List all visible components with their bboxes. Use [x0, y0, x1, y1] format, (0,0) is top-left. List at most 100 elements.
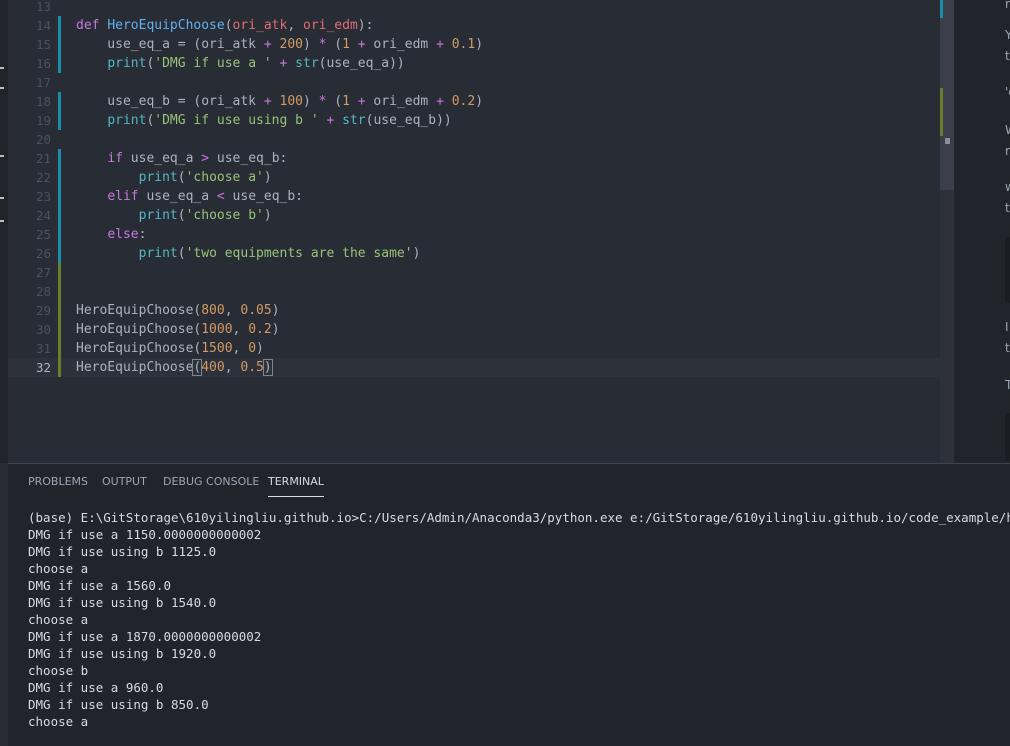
- code-token: (: [326, 37, 343, 52]
- gutter-added-marker: [58, 358, 61, 377]
- line-number: 19: [35, 113, 51, 128]
- line-number: 32: [35, 360, 51, 375]
- code-line[interactable]: 31 HeroEquipChoose(1500, 0): [8, 339, 940, 358]
- code-token: elif: [107, 189, 139, 204]
- line-number: 29: [35, 303, 51, 318]
- code-token: print: [107, 56, 147, 71]
- tab-debug-console[interactable]: DEBUG CONSOLE: [163, 472, 259, 496]
- code-line[interactable]: 24 print('choose b'): [8, 206, 940, 225]
- code-token: ,: [232, 322, 249, 337]
- line-number: 30: [35, 322, 51, 337]
- code-editor[interactable]: 13 14 def HeroEquipChoose(ori_atk, ori_edm…: [8, 0, 940, 463]
- code-line[interactable]: 23 elif use_eq_a < use_eq_b:: [8, 187, 940, 206]
- code-token: ): [412, 246, 421, 261]
- code-token: ):: [357, 18, 374, 33]
- code-token: 400: [201, 360, 225, 375]
- terminal-output[interactable]: (base) E:\GitStorage\610yilingliu.github…: [28, 509, 1010, 730]
- code-token: ): [271, 322, 280, 337]
- code-line[interactable]: 29 HeroEquipChoose(800, 0.05): [8, 301, 940, 320]
- code-token: <: [216, 189, 225, 204]
- code-text: HeroEquipChoose(800, 0.05): [76, 301, 280, 320]
- code-line[interactable]: 20: [8, 130, 940, 149]
- code-line[interactable]: 17: [8, 73, 940, 92]
- code-token: 1: [342, 37, 350, 52]
- code-line[interactable]: 18 use_eq_b = (ori_atk + 100) * (1 + ori…: [8, 92, 940, 111]
- code-line[interactable]: 15 use_eq_a = (ori_atk + 200) * (1 + ori…: [8, 35, 940, 54]
- code-token: def: [76, 18, 108, 33]
- gutter-modified-marker: [58, 225, 61, 244]
- code-line[interactable]: 21 if use_eq_a > use_eq_b:: [8, 149, 940, 168]
- code-token: (: [177, 208, 186, 223]
- code-token: 'choose a': [185, 170, 264, 185]
- line-number: 20: [35, 132, 51, 147]
- doc-text-fragment: t: [1005, 341, 1010, 355]
- code-token: print: [138, 208, 178, 223]
- code-line[interactable]: 30 HeroEquipChoose(1000, 0.2): [8, 320, 940, 339]
- code-token: (: [177, 246, 186, 261]
- code-token: ): [302, 94, 319, 109]
- tab-terminal[interactable]: TERMINAL: [268, 472, 324, 497]
- code-token: >: [201, 151, 210, 166]
- code-token: print: [138, 246, 178, 261]
- code-token: +: [357, 94, 366, 109]
- code-line[interactable]: 19 print('DMG if use using b ' + str(use…: [8, 111, 940, 130]
- line-number: 16: [35, 56, 51, 71]
- strip-marker: [0, 220, 4, 222]
- code-token: +: [263, 94, 272, 109]
- overview-marker-modified: [940, 0, 943, 18]
- code-line[interactable]: 22 print('choose a'): [8, 168, 940, 187]
- code-token: 200: [279, 37, 303, 52]
- bottom-panel: PROBLEMS OUTPUT DEBUG CONSOLE TERMINAL (bas…: [8, 463, 1010, 746]
- gutter-modified-marker: [58, 16, 61, 35]
- code-line[interactable]: 13: [8, 0, 940, 16]
- gutter-modified-marker: [58, 111, 61, 130]
- line-number: 25: [35, 227, 51, 242]
- code-token: use_eq_b:: [209, 151, 288, 166]
- tab-problems[interactable]: PROBLEMS: [28, 472, 88, 496]
- code-token: ori_edm: [365, 94, 437, 109]
- gutter-modified-marker: [58, 54, 61, 73]
- code-line[interactable]: 32 HeroEquipChoose(400, 0.5): [8, 358, 940, 377]
- code-token: :: [138, 227, 147, 242]
- code-token: ori_atk: [232, 18, 288, 33]
- line-number: 13: [35, 0, 51, 14]
- gutter-modified-marker: [58, 149, 61, 168]
- code-line[interactable]: 14 def HeroEquipChoose(ori_atk, ori_edm):: [8, 16, 940, 35]
- code-text: HeroEquipChoose(1500, 0): [76, 339, 264, 358]
- code-token: use_eq_b:: [224, 189, 304, 204]
- tab-output[interactable]: OUTPUT: [102, 472, 147, 496]
- code-line[interactable]: 26 print('two equipments are the same'): [8, 244, 940, 263]
- code-line[interactable]: 16 print('DMG if use a ' + str(use_eq_a)…: [8, 54, 940, 73]
- terminal-line: DMG if use a 960.0: [28, 680, 164, 695]
- code-token: ): [262, 359, 273, 376]
- code-token: print: [138, 170, 178, 185]
- code-token: +: [357, 37, 366, 52]
- strip-marker: [0, 155, 4, 157]
- terminal-line: DMG if use using b 850.0: [28, 697, 209, 712]
- code-token: (use_eq_b)): [365, 113, 452, 128]
- code-token: (: [177, 170, 186, 185]
- strip-marker: [0, 197, 4, 199]
- code-token: ,: [232, 341, 249, 356]
- code-token: print: [107, 113, 147, 128]
- editor-scrollbar[interactable]: [940, 0, 954, 463]
- code-line[interactable]: 28: [8, 282, 940, 301]
- code-text: else:: [76, 225, 146, 244]
- code-token: use_eq_a: [122, 151, 202, 166]
- terminal-line: (base) E:\GitStorage\610yilingliu.github…: [28, 510, 1010, 525]
- code-token: HeroEquipChoose(: [76, 341, 202, 356]
- code-token: use_eq_a = (ori_atk: [76, 37, 264, 52]
- code-line[interactable]: 27: [8, 263, 940, 282]
- code-token: 100: [279, 94, 303, 109]
- code-token: str: [295, 56, 319, 71]
- code-line[interactable]: 25 else:: [8, 225, 940, 244]
- code-token: 0.2: [451, 94, 476, 109]
- code-token: ): [302, 37, 319, 52]
- code-token: ,: [224, 303, 241, 318]
